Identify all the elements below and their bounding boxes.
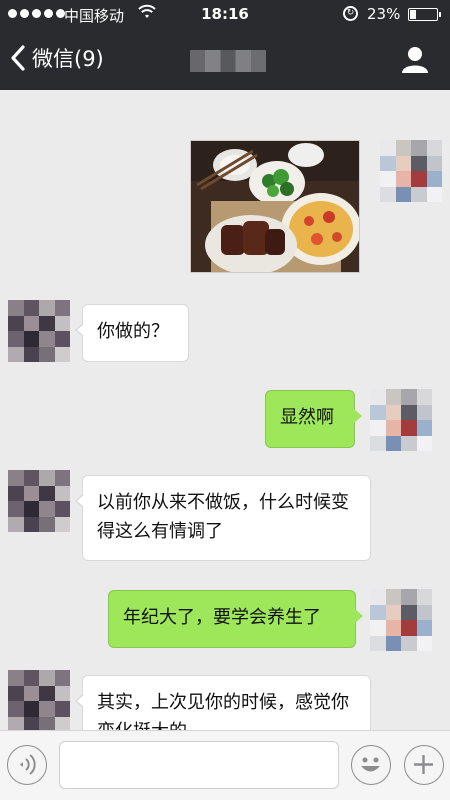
battery-level	[410, 10, 417, 19]
back-button[interactable]: 微信(9)	[10, 40, 104, 76]
my-avatar[interactable]	[370, 589, 432, 651]
plus-icon	[414, 755, 433, 774]
message-bubble-incoming[interactable]: 你做的？	[75, 304, 189, 362]
message-bubble-outgoing[interactable]: 年纪大了，要学会养生了	[108, 590, 363, 648]
chat-area[interactable]: 你做的？ 显然啊 以前你从来不做饭，什么时候变得这么有情调了 年纪大了，要学会养…	[0, 90, 450, 730]
nav-bar: 微信(9)	[0, 28, 450, 90]
input-bar	[0, 730, 450, 800]
food-photo[interactable]	[190, 140, 360, 273]
more-button[interactable]	[404, 745, 444, 785]
battery-percent: 23%	[367, 5, 401, 23]
emoji-icon	[361, 757, 380, 772]
rotation-lock-icon: ↻	[343, 6, 358, 21]
message-bubble-incoming[interactable]: 以前你从来不做饭，什么时候变得这么有情调了	[75, 475, 371, 561]
battery-icon	[408, 8, 441, 21]
chevron-left-icon	[11, 45, 25, 71]
contact-avatar[interactable]	[8, 670, 70, 730]
message-bubble-outgoing[interactable]: 显然啊	[265, 390, 362, 448]
message-input[interactable]	[59, 741, 339, 789]
voice-button[interactable]	[7, 745, 47, 785]
contact-avatar[interactable]	[8, 470, 70, 532]
person-icon[interactable]	[400, 44, 430, 74]
contact-avatar[interactable]	[8, 300, 70, 362]
emoji-button[interactable]	[351, 745, 391, 785]
voice-icon	[20, 754, 36, 775]
food-photo-image	[191, 141, 359, 272]
my-avatar[interactable]	[380, 140, 442, 202]
status-bar: 中国移动 18:16 ↻ 23%	[0, 0, 450, 28]
message-bubble-incoming[interactable]: 其实，上次见你的时候，感觉你变化挺大的	[75, 675, 371, 730]
my-avatar[interactable]	[370, 389, 432, 451]
top-bar: 中国移动 18:16 ↻ 23% 微信(9)	[0, 0, 450, 90]
chat-title-blurred	[190, 50, 266, 72]
back-label: 微信(9)	[32, 47, 104, 71]
